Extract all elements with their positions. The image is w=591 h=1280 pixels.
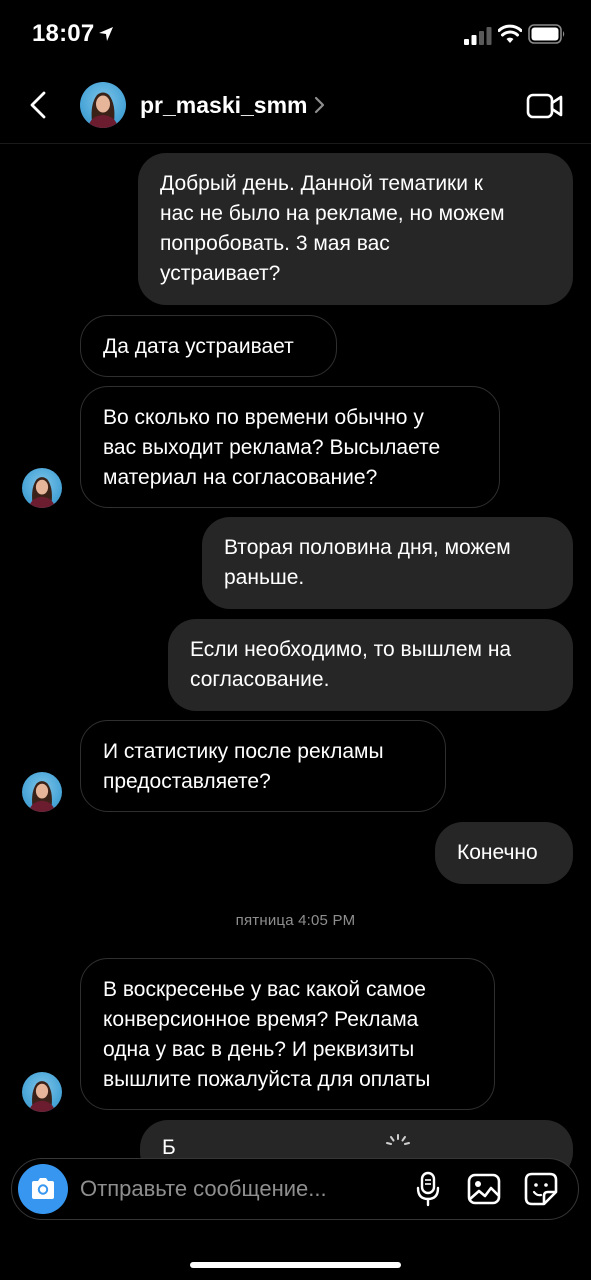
outgoing-message[interactable]: Конечно — [435, 822, 573, 884]
sender-avatar[interactable] — [22, 1072, 62, 1112]
sender-avatar[interactable] — [22, 772, 62, 812]
camera-icon — [32, 1178, 54, 1199]
microphone-icon[interactable] — [416, 1171, 440, 1207]
chevron-right-icon[interactable] — [313, 96, 325, 114]
wifi-icon — [498, 24, 522, 43]
dm-screen: 18:07 pr_maski_smm Добрый день. Данной т… — [0, 0, 591, 1280]
video-camera-icon[interactable] — [526, 92, 564, 120]
status-time: 18:07 — [32, 20, 95, 47]
location-arrow-icon — [99, 27, 113, 41]
incoming-message[interactable]: В воскресенье у вас какой самое конверси… — [80, 958, 495, 1110]
outgoing-message[interactable]: Добрый день. Данной тематики к нас не бы… — [138, 153, 573, 305]
outgoing-message[interactable]: Если необходимо, то вышлем на согласован… — [168, 619, 573, 711]
outgoing-message[interactable]: Вторая половина дня, можем раньше. — [202, 517, 573, 609]
sender-avatar[interactable] — [22, 468, 62, 508]
chat-username[interactable]: pr_maski_smm — [140, 92, 308, 119]
incoming-message[interactable]: Да дата устраивает — [80, 315, 337, 377]
incoming-message[interactable]: И статистику после рекламы предоставляет… — [80, 720, 446, 812]
message-composer — [11, 1158, 579, 1220]
sticker-icon[interactable] — [524, 1172, 558, 1206]
partial-message-text: Б — [162, 1136, 176, 1159]
image-icon[interactable] — [467, 1173, 501, 1205]
cellular-signal-icon — [464, 27, 492, 45]
chevron-left-icon[interactable] — [26, 90, 52, 120]
camera-button[interactable] — [18, 1164, 68, 1214]
message-input[interactable] — [80, 1173, 390, 1205]
incoming-message[interactable]: Во сколько по времени обычно у вас выход… — [80, 386, 500, 508]
status-bar: 18:07 — [0, 0, 591, 70]
avatar[interactable] — [80, 82, 126, 128]
sending-spinner-icon — [386, 1134, 410, 1145]
conversation-timestamp: пятница 4:05 PM — [235, 912, 356, 929]
chat-header: pr_maski_smm — [0, 70, 591, 144]
battery-icon — [528, 24, 565, 44]
home-indicator — [190, 1262, 401, 1268]
